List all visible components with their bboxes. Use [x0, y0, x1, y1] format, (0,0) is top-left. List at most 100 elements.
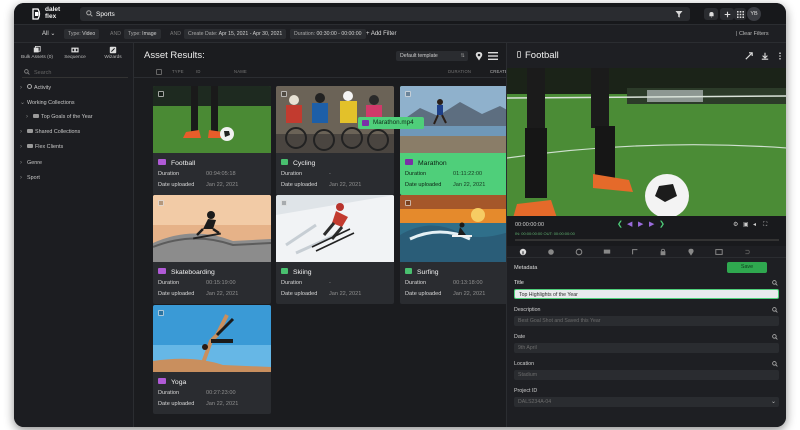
sidebar-search-input[interactable]	[34, 68, 124, 77]
fast-forward-icon[interactable]: ▶	[649, 221, 654, 229]
sidebar-item-activity[interactable]: › Activity	[20, 83, 130, 93]
filter-icon[interactable]	[674, 9, 684, 19]
global-search[interactable]	[80, 7, 690, 21]
duration-label: Duration	[281, 280, 303, 286]
volume-icon[interactable]: ◂	[753, 221, 756, 229]
asset-results-panel: Asset Results: Default template ⇅ TYPE ID…	[134, 43, 518, 427]
user-avatar[interactable]: YB	[747, 7, 761, 21]
search-icon[interactable]	[772, 280, 778, 286]
sidebar-item-top-goals[interactable]: › Top Goals of the Year	[26, 112, 136, 122]
subtitles-icon[interactable]: ▣	[743, 221, 749, 229]
more-options-icon[interactable]	[776, 52, 784, 60]
filter-value: Video	[82, 31, 96, 37]
all-dropdown[interactable]: All ⌄	[42, 29, 55, 39]
video-player[interactable]	[507, 68, 786, 216]
sidebar-item-flex-clients[interactable]: › Flex Clients	[20, 142, 130, 152]
security-tab-icon[interactable]	[659, 248, 667, 256]
filter-key: Duration:	[294, 31, 316, 37]
filter-chip-type-image[interactable]: Type: Image	[124, 29, 161, 39]
expand-icon[interactable]	[745, 52, 753, 60]
settings-icon[interactable]: ⚙	[733, 221, 738, 229]
video-type-icon	[158, 159, 166, 166]
asset-card-yoga[interactable]: Yoga Duration 00:27:23:00 Date uploaded Ja…	[153, 305, 271, 414]
asset-card-surfing[interactable]: Surfing Duration 00:13:18:00 Date uploade…	[400, 195, 518, 304]
duration-label: Duration	[405, 280, 427, 286]
asset-card-skateboarding[interactable]: Skateboarding Duration 00:15:19:00 Date u…	[153, 195, 271, 304]
relations-tab-icon[interactable]	[575, 248, 583, 256]
history-tab-icon[interactable]	[631, 248, 639, 256]
date-field[interactable]: 9th April	[514, 343, 779, 353]
description-field[interactable]: Best Goal Shot and Saved this Year	[514, 316, 779, 326]
date-label: Date uploaded	[158, 182, 195, 188]
project-id-select[interactable]: DALS234A-04 ⌄	[514, 397, 779, 407]
search-icon[interactable]	[772, 307, 778, 313]
bulk-assets-icon	[33, 46, 41, 53]
duration-label: Duration	[281, 171, 303, 177]
scrubber-track[interactable]	[515, 239, 779, 241]
asset-checkbox[interactable]	[281, 200, 287, 206]
location-pin-icon[interactable]	[474, 51, 484, 61]
add-button[interactable]	[720, 8, 734, 20]
asset-checkbox[interactable]	[158, 91, 164, 97]
filter-value: 00:30:00 - 00:00:00	[316, 31, 362, 37]
filter-chip-create-date[interactable]: Create Date: Apr 15, 2021 - Apr 30, 2021	[184, 29, 287, 39]
chevron-down-icon: ⌄	[770, 399, 776, 405]
download-icon[interactable]	[761, 52, 769, 60]
column-id[interactable]: ID	[196, 69, 201, 74]
fullscreen-icon[interactable]: ⛶	[763, 221, 767, 229]
asset-checkbox[interactable]	[405, 200, 411, 206]
drag-tag-marathon[interactable]: Marathon.mp4	[358, 117, 424, 129]
bulk-assets-tool[interactable]: Bulk Assets (0)	[20, 45, 54, 63]
filter-chip-duration[interactable]: Duration: 00:30:00 - 00:00:00	[290, 29, 366, 39]
asset-card-cycling[interactable]: Cycling Duration - Date uploaded Jan 22, 2…	[276, 86, 394, 195]
video-type-icon	[362, 120, 369, 126]
asset-checkbox[interactable]	[281, 91, 287, 97]
step-forward-icon[interactable]: ❯	[659, 221, 665, 229]
title-field[interactable]: Top Highlights of the Year	[514, 289, 779, 299]
sidebar-item-genre[interactable]: › Genre	[20, 158, 130, 168]
sequence-tool[interactable]: Sequence	[58, 45, 92, 63]
detail-tabs	[507, 246, 786, 258]
step-back-icon[interactable]: ❮	[617, 221, 623, 229]
asset-card-football[interactable]: Football Duration 00:94:05:18 Date upload…	[153, 86, 271, 195]
search-icon[interactable]	[772, 334, 778, 340]
global-search-input[interactable]	[96, 9, 656, 19]
rewind-icon[interactable]: ◀	[627, 221, 632, 229]
clear-filters-button[interactable]: | Clear Filters	[736, 29, 769, 39]
asset-checkbox[interactable]	[405, 91, 411, 97]
location-tab-icon[interactable]	[687, 248, 695, 256]
search-icon[interactable]	[772, 361, 778, 367]
select-all-checkbox[interactable]	[156, 69, 162, 75]
asset-card-skiing[interactable]: Skiing Duration - Date uploaded Jan 22, 20…	[276, 195, 394, 304]
media-tab-icon[interactable]	[715, 248, 723, 256]
sidebar-item-working-collections[interactable]: ⌄ Working Collections	[20, 98, 130, 108]
top-bar: dalet flex YB	[14, 3, 786, 25]
asset-checkbox[interactable]	[158, 310, 164, 316]
sidebar-item-label: Sport	[27, 175, 40, 181]
apps-button[interactable]	[734, 8, 746, 20]
notifications-button[interactable]	[704, 8, 718, 20]
template-dropdown[interactable]: Default template ⇅	[396, 51, 468, 61]
column-type[interactable]: TYPE	[172, 69, 184, 74]
sidebar-item-shared-collections[interactable]: › Shared Collections	[20, 127, 130, 137]
sidebar-item-sport[interactable]: › Sport	[20, 173, 130, 183]
comments-tab-icon[interactable]	[603, 248, 611, 256]
dalet-flex-logo[interactable]: dalet flex	[32, 6, 72, 23]
save-button[interactable]: Save	[727, 262, 767, 273]
date-label: Date uploaded	[405, 291, 442, 297]
asset-card-marathon[interactable]: Marathon Duration 01:11:22:00 Date upload…	[400, 86, 518, 195]
undo-tab-icon[interactable]	[743, 248, 751, 256]
metadata-tab-icon[interactable]	[547, 248, 555, 256]
date-value: Jan 22, 2021	[329, 291, 362, 297]
location-field[interactable]: Stadium	[514, 370, 779, 380]
play-icon[interactable]: ▶	[638, 221, 643, 229]
asset-checkbox[interactable]	[158, 200, 164, 206]
info-tab-icon[interactable]	[519, 248, 527, 256]
list-view-icon[interactable]	[488, 51, 498, 61]
column-name[interactable]: NAME	[234, 69, 247, 74]
column-duration[interactable]: DURATION	[448, 69, 471, 74]
wizards-tool[interactable]: Wizards	[96, 45, 130, 63]
sidebar-search[interactable]	[22, 67, 128, 78]
add-filter-button[interactable]: + Add Filter	[366, 29, 397, 39]
filter-chip-type-video[interactable]: Type: Video	[64, 29, 100, 39]
